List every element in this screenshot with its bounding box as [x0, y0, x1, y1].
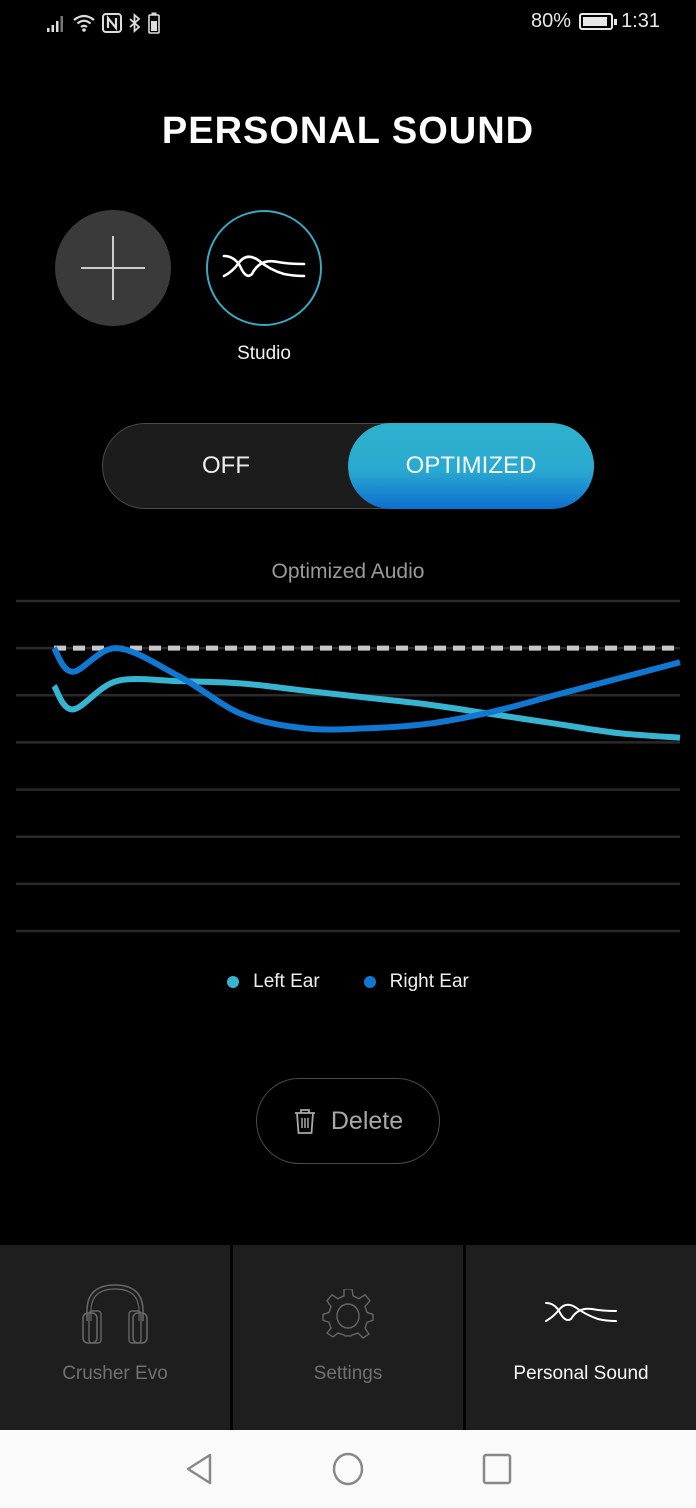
tab-label: Personal Sound	[513, 1363, 649, 1384]
tab-bar: Crusher Evo Settings Personal Sound	[0, 1245, 696, 1430]
audio-chart	[16, 599, 681, 933]
profile-studio-button[interactable]	[206, 210, 322, 326]
mode-off-option[interactable]: OFF	[103, 424, 349, 507]
status-bar: 80% 1:31	[0, 0, 696, 48]
add-profile-button[interactable]	[55, 210, 171, 326]
chart-title: Optimized Audio	[271, 560, 425, 583]
back-icon[interactable]	[182, 1452, 216, 1486]
delete-button[interactable]: Delete	[256, 1078, 440, 1164]
legend-dot-left	[227, 976, 240, 988]
trash-icon	[294, 1109, 315, 1134]
tab-settings[interactable]: Settings	[233, 1245, 463, 1430]
home-icon[interactable]	[331, 1452, 365, 1486]
legend-item-right-ear: Right Ear	[363, 971, 469, 993]
legend-item-left-ear: Left Ear	[227, 971, 320, 993]
delete-label: Delete	[330, 1106, 404, 1135]
signal-icon	[47, 16, 63, 32]
sound-wave-icon	[222, 254, 306, 278]
legend-label: Left Ear	[253, 971, 320, 992]
mode-toggle[interactable]: OFF OPTIMIZED	[102, 423, 594, 509]
headset-battery-icon	[148, 12, 160, 34]
headphones-icon	[82, 1284, 148, 1344]
wifi-icon	[73, 14, 95, 32]
chart-legend: Left Ear Right Ear	[0, 971, 696, 993]
mode-optimized-option[interactable]: OPTIMIZED	[348, 423, 594, 509]
legend-label: Right Ear	[389, 971, 469, 992]
profile-label: Studio	[237, 343, 291, 364]
bluetooth-icon	[129, 13, 141, 33]
legend-dot-right	[363, 976, 376, 988]
gear-icon	[322, 1289, 374, 1339]
page-title: PERSONAL SOUND	[161, 110, 535, 152]
tab-personal-sound[interactable]: Personal Sound	[466, 1245, 696, 1430]
battery-icon	[579, 13, 618, 30]
tab-crusher-evo[interactable]: Crusher Evo	[0, 1245, 230, 1430]
tab-label: Settings	[313, 1363, 383, 1384]
battery-percent: 80%	[531, 10, 572, 32]
system-nav-bar	[0, 1430, 696, 1508]
sound-wave-icon	[545, 1302, 617, 1322]
nfc-icon	[102, 13, 122, 33]
recents-icon[interactable]	[480, 1452, 514, 1486]
tab-label: Crusher Evo	[62, 1363, 168, 1384]
clock: 1:31	[621, 10, 660, 32]
chart-series-right-ear	[51, 645, 681, 733]
